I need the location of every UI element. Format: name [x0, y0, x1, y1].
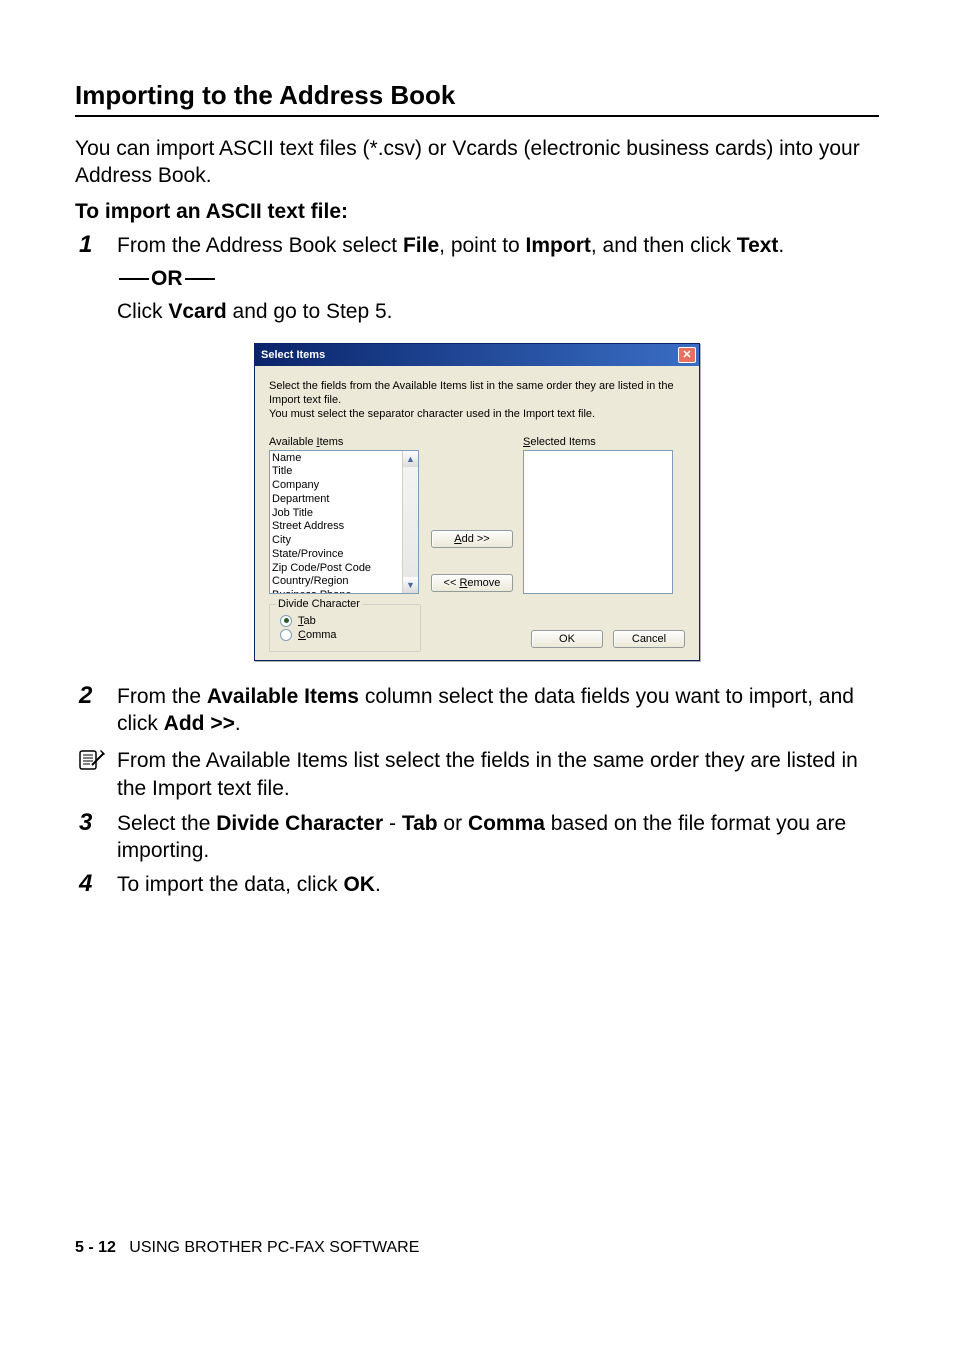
step-3: 3 Select the Divide Character - Tab or C… — [75, 810, 879, 865]
close-button[interactable]: ✕ — [678, 347, 696, 363]
dialog-instructions: Select the fields from the Available Ite… — [269, 380, 685, 421]
page-footer: 5 - 12 USING BROTHER PC-FAX SOFTWARE — [75, 1239, 419, 1257]
cancel-button[interactable]: Cancel — [613, 630, 685, 648]
step-number: 2 — [75, 683, 117, 709]
available-items[interactable]: Name Title Company Department Job Title … — [270, 451, 402, 593]
dialog-title: Select Items — [261, 349, 325, 361]
select-items-dialog: Select Items ✕ Select the fields from th… — [254, 343, 700, 660]
step-4: 4 To import the data, click OK. — [75, 871, 879, 898]
note: From the Available Items list select the… — [75, 747, 879, 802]
step1-text: From the Address Book select File, point… — [117, 234, 784, 257]
step2-text: From the Available Items column select t… — [117, 683, 879, 738]
list-item[interactable]: Name — [272, 452, 400, 466]
list-item[interactable]: Title — [272, 465, 400, 479]
intro-text: You can import ASCII text files (*.csv) … — [75, 135, 879, 190]
radio-tab[interactable]: Tab — [280, 615, 410, 627]
group-legend: Divide Character — [276, 598, 362, 610]
step3-text: Select the Divide Character - Tab or Com… — [117, 810, 879, 865]
list-item[interactable]: State/Province — [272, 548, 400, 562]
list-item[interactable]: Street Address — [272, 520, 400, 534]
dialog-titlebar[interactable]: Select Items ✕ — [255, 344, 699, 366]
close-icon: ✕ — [682, 350, 691, 361]
subheading: To import an ASCII text file: — [75, 200, 879, 224]
selected-items-listbox[interactable] — [523, 450, 673, 594]
list-item[interactable]: Zip Code/Post Code — [272, 562, 400, 576]
note-icon — [75, 747, 117, 778]
available-items-label: Available Items — [269, 436, 421, 448]
note-text: From the Available Items list select the… — [117, 747, 879, 802]
scroll-track[interactable] — [403, 467, 418, 577]
step-number: 3 — [75, 810, 117, 836]
or-separator: OR — [117, 265, 879, 292]
page-heading: Importing to the Address Book — [75, 80, 879, 117]
scroll-down-icon[interactable]: ▼ — [403, 577, 418, 593]
radio-comma[interactable]: Comma — [280, 629, 410, 641]
step-number: 4 — [75, 871, 117, 897]
list-item[interactable]: Job Title — [272, 507, 400, 521]
add-button[interactable]: Add >> — [431, 530, 513, 548]
scrollbar[interactable]: ▲ ▼ — [402, 451, 418, 593]
list-item[interactable]: Department — [272, 493, 400, 507]
scroll-up-icon[interactable]: ▲ — [403, 451, 418, 467]
divide-character-group: Divide Character Tab Comma — [269, 604, 421, 652]
selected-items-label: Selected Items — [523, 436, 673, 448]
step-number: 1 — [75, 232, 117, 258]
step1b-text: Click Vcard and go to Step 5. — [117, 300, 393, 323]
list-item[interactable]: Company — [272, 479, 400, 493]
step4-text: To import the data, click OK. — [117, 871, 879, 898]
step-1: 1 From the Address Book select File, poi… — [75, 232, 879, 326]
list-item[interactable]: Country/Region — [272, 575, 400, 589]
ok-button[interactable]: OK — [531, 630, 603, 648]
list-item[interactable]: City — [272, 534, 400, 548]
step-2: 2 From the Available Items column select… — [75, 683, 879, 738]
list-item[interactable]: Business Phone — [272, 589, 400, 593]
radio-icon[interactable] — [280, 629, 292, 641]
radio-icon[interactable] — [280, 615, 292, 627]
remove-button[interactable]: << Remove — [431, 574, 513, 592]
available-items-listbox[interactable]: Name Title Company Department Job Title … — [269, 450, 419, 594]
